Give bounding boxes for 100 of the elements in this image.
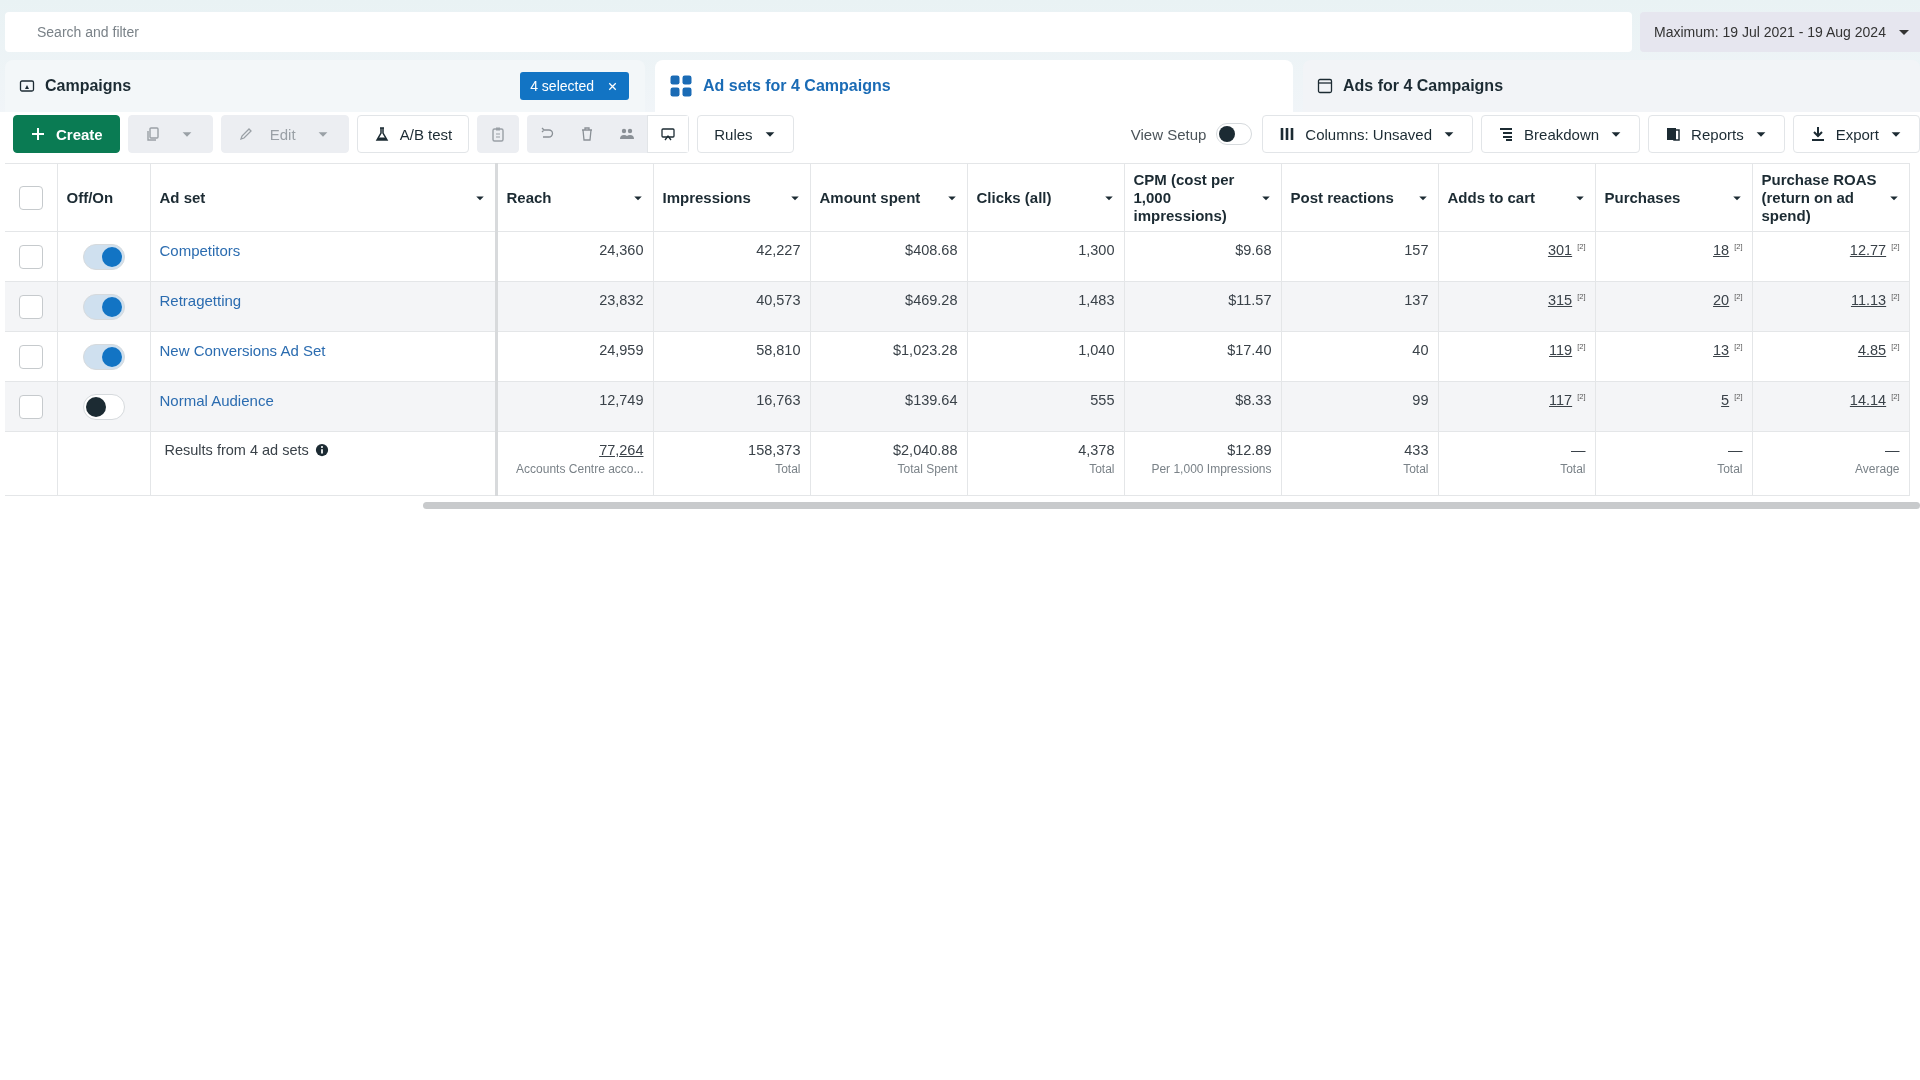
cell-caption: Total <box>1716 462 1743 476</box>
column-header: Ad set <box>159 188 207 207</box>
dropdown-button[interactable]: Export <box>1792 115 1920 153</box>
scrollbar[interactable] <box>423 502 1920 509</box>
toggle-switch[interactable] <box>82 293 125 320</box>
table-cell: $11.57 <box>1228 292 1272 308</box>
table-cell: 137 <box>1404 292 1429 308</box>
table-cell: 1,300 <box>1078 242 1115 258</box>
table-cell: $2,040.88 <box>893 442 958 458</box>
column-header: Adds to cart <box>1447 188 1536 207</box>
cell-caption: Total <box>774 462 801 476</box>
table-cell: 42,227 <box>756 242 801 258</box>
table-cell: 12,749 <box>599 392 644 408</box>
column-header: CPM (cost per 1,000 impressions) <box>1133 170 1236 225</box>
tab[interactable]: Ad sets for 4 Campaigns <box>655 60 1293 112</box>
column-header: Off/On <box>66 188 115 207</box>
table-cell: 301 <box>1547 242 1573 258</box>
table-cell: $469.28 <box>905 292 958 308</box>
table-cell: 4,378 <box>1078 442 1115 458</box>
dropdown-button[interactable]: Breakdown <box>1481 115 1641 153</box>
table-cell: 14.14 <box>1849 392 1887 408</box>
cell-caption: Total <box>1088 462 1115 476</box>
table-cell: — <box>1571 442 1586 458</box>
view-setup-label: View Setup <box>1130 125 1207 143</box>
ad-set-link[interactable]: Normal Audience <box>159 392 274 409</box>
ad-set-link[interactable]: Competitors <box>159 242 241 259</box>
table-cell: 12.77 <box>1849 242 1887 258</box>
table-cell: 315 <box>1547 292 1573 308</box>
selection-badge[interactable]: 4 selected <box>520 72 629 100</box>
checkbox[interactable] <box>18 344 43 369</box>
table-cell: 40 <box>1412 342 1429 358</box>
checkbox[interactable] <box>18 294 43 319</box>
table-cell: 5 <box>1721 392 1730 408</box>
create-button[interactable]: Create <box>13 115 120 153</box>
table-cell: 555 <box>1090 392 1115 408</box>
table-cell: 157 <box>1404 242 1429 258</box>
pencil-icon <box>237 126 254 142</box>
share-icon[interactable] <box>660 126 677 142</box>
toggle-switch[interactable] <box>82 343 125 370</box>
table-cell: 24,959 <box>599 342 644 358</box>
table-cell: 23,832 <box>599 292 644 308</box>
cell-caption: Total Spent <box>896 462 958 476</box>
toggle-switch[interactable] <box>82 243 125 270</box>
dropdown-button[interactable]: Columns: Unsaved <box>1262 115 1474 153</box>
cell-caption: Average <box>1854 462 1900 476</box>
table-cell: $12.89 <box>1227 442 1272 458</box>
grid-icon <box>669 74 693 98</box>
table-cell: 20 <box>1713 292 1730 308</box>
cell-caption: Per 1,000 Impressions <box>1150 462 1272 476</box>
info-icon <box>314 443 329 457</box>
copy-icon <box>144 126 161 142</box>
table-cell: 158,373 <box>748 442 801 458</box>
table-cell: 1,040 <box>1078 342 1115 358</box>
checkbox[interactable] <box>18 185 43 210</box>
search-field[interactable]: Search and filter <box>5 12 1632 52</box>
column-header: Clicks (all) <box>976 188 1053 207</box>
column-header: Amount spent <box>819 188 922 207</box>
table-cell: $9.68 <box>1235 242 1272 258</box>
reports-icon <box>1665 126 1682 142</box>
clipboard-icon <box>490 126 507 142</box>
ad-set-link[interactable]: New Conversions Ad Set <box>159 342 326 359</box>
column-header: Purchase ROAS (return on ad spend) <box>1761 170 1878 225</box>
table-cell: 1,483 <box>1078 292 1115 308</box>
table-cell: 117 <box>1549 392 1573 408</box>
table-cell: 58,810 <box>756 342 801 358</box>
ab-test-button[interactable]: A/B test <box>356 115 470 153</box>
toggle-switch[interactable] <box>82 393 125 420</box>
table-cell: 77,264 <box>599 442 644 458</box>
table-cell: 433 <box>1404 442 1429 458</box>
table-cell: $1,023.28 <box>893 342 958 358</box>
table-cell: 119 <box>1549 342 1573 358</box>
table-cell: $408.68 <box>905 242 958 258</box>
table-cell: 13 <box>1713 342 1730 358</box>
window-icon <box>1317 78 1333 94</box>
cell-caption: Total <box>1402 462 1429 476</box>
table-cell: 18 <box>1713 242 1730 258</box>
table-cell: $17.40 <box>1227 342 1272 358</box>
column-header: Impressions <box>662 188 752 207</box>
table-cell: 99 <box>1412 392 1429 408</box>
column-header: Reach <box>506 188 553 207</box>
download-icon <box>1809 126 1826 142</box>
dropdown-button[interactable]: Reports <box>1648 115 1785 153</box>
table-cell: 11.13 <box>1850 292 1887 308</box>
table-cell: 40,573 <box>756 292 801 308</box>
checkbox[interactable] <box>18 394 43 419</box>
table-cell: — <box>1885 442 1900 458</box>
cell-caption: Accounts Centre acco... <box>515 462 644 476</box>
plus-icon <box>30 126 46 142</box>
date-range-button[interactable]: Maximum: 19 Jul 2021 - 19 Aug 2024 <box>1640 12 1920 52</box>
dropdown-button[interactable]: Rules <box>697 115 794 153</box>
folder-icon <box>19 78 35 94</box>
breakdown-icon <box>1498 126 1515 142</box>
columns-icon <box>1279 126 1296 142</box>
people-icon[interactable] <box>619 126 636 142</box>
table-cell: — <box>1728 442 1743 458</box>
ad-set-link[interactable]: Retragetting <box>159 292 242 309</box>
checkbox[interactable] <box>18 244 43 269</box>
toggle-switch[interactable] <box>1216 123 1253 145</box>
table-cell: $139.64 <box>905 392 958 408</box>
results-label: Results from 4 ad sets <box>164 442 309 458</box>
